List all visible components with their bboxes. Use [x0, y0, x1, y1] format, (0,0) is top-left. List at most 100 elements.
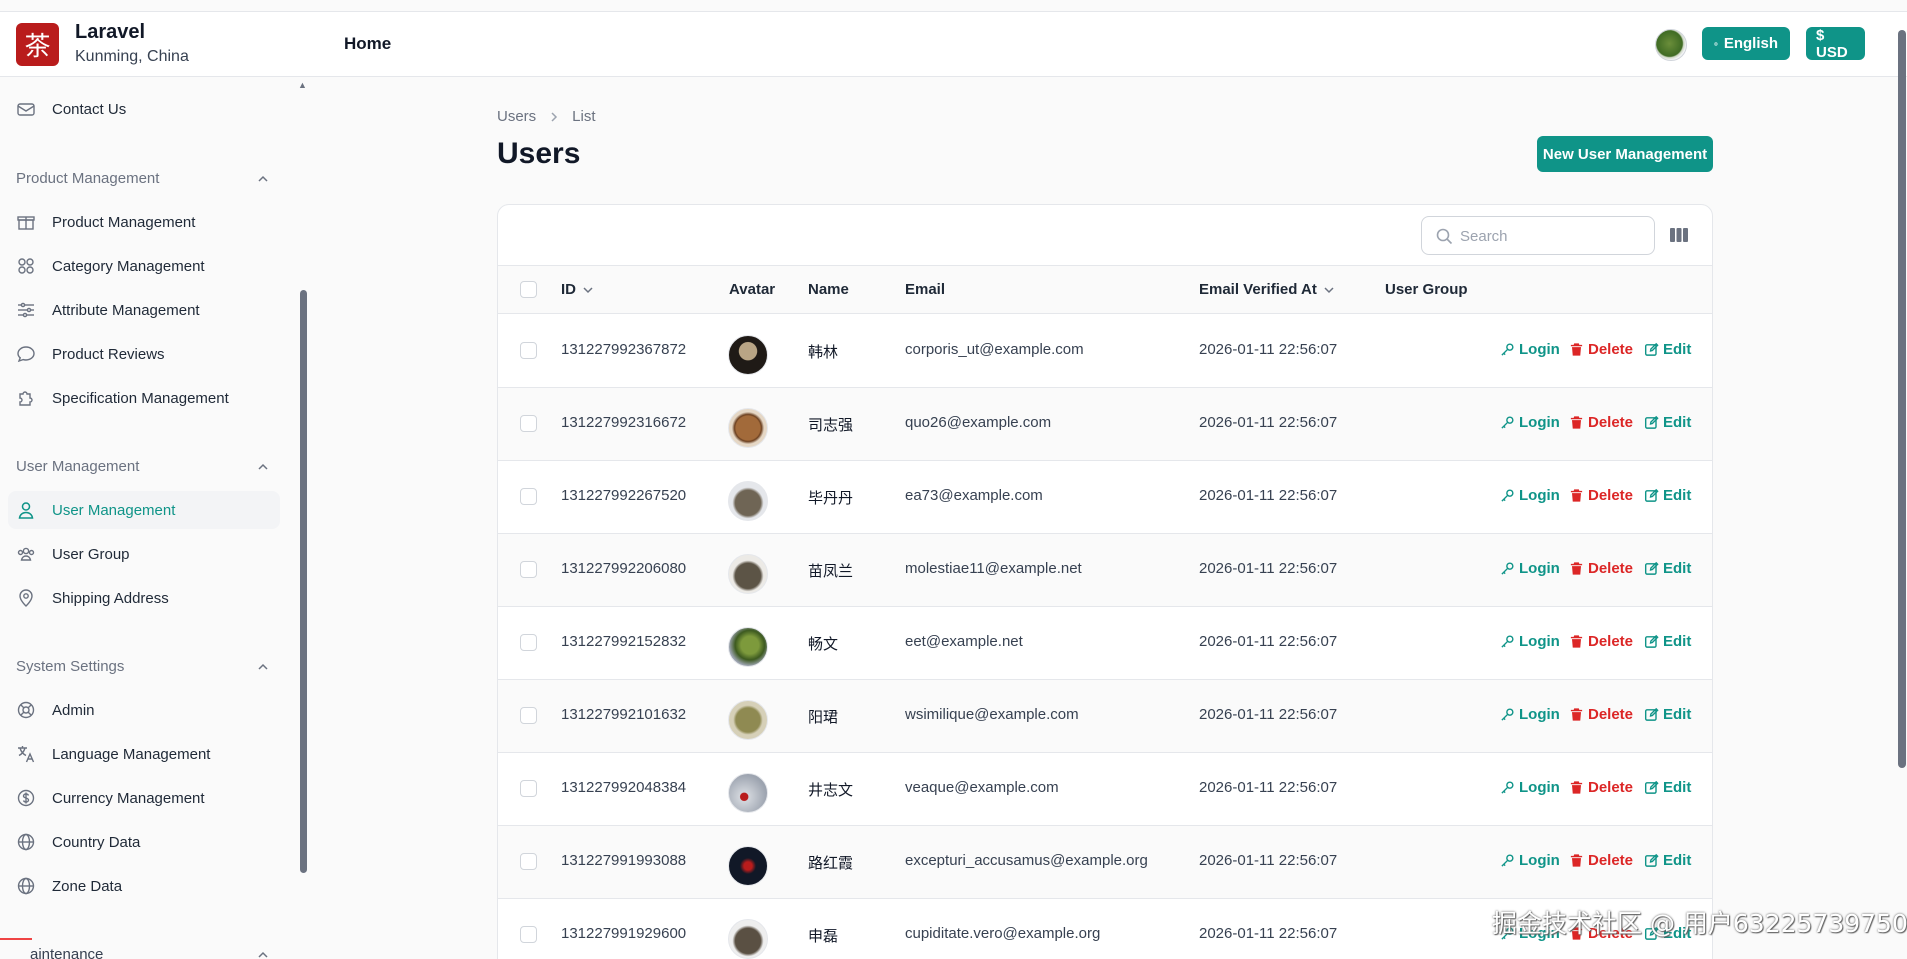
row-checkbox[interactable]	[520, 488, 537, 505]
cell-name: 司志强	[808, 417, 854, 434]
edit-label: Edit	[1663, 633, 1692, 650]
chevron-up-icon[interactable]	[256, 948, 270, 959]
sidebar-item-attribute-management[interactable]: Attribute Management	[8, 291, 280, 329]
group-product-management[interactable]: Product Management	[16, 170, 159, 187]
sidebar-item-product-management[interactable]: Product Management	[8, 203, 280, 241]
sidebar-scroll-up-icon[interactable]: ▲	[298, 80, 307, 90]
language-button[interactable]: English	[1702, 27, 1790, 60]
page-scrollbar[interactable]	[1898, 30, 1906, 768]
group-maintenance[interactable]: aintenance	[30, 946, 103, 959]
chevron-up-icon[interactable]	[256, 460, 270, 474]
sidebar-item-shipping-address[interactable]: Shipping Address	[8, 579, 280, 617]
edit-label: Edit	[1663, 852, 1692, 869]
login-action[interactable]: Login	[1500, 633, 1560, 650]
search-field[interactable]	[1421, 216, 1655, 255]
sidebar-item-label: Country Data	[52, 833, 141, 851]
row-checkbox[interactable]	[520, 634, 537, 651]
row-checkbox[interactable]	[520, 561, 537, 578]
home-link[interactable]: Home	[344, 34, 391, 54]
sidebar-item-label: Shipping Address	[52, 589, 169, 607]
delete-action[interactable]: Delete	[1569, 852, 1633, 869]
sidebar-item-label: User Group	[52, 545, 130, 563]
currency-button[interactable]: $ USD	[1806, 27, 1865, 61]
row-checkbox[interactable]	[520, 707, 537, 724]
select-all-checkbox[interactable]	[520, 281, 537, 298]
sidebar-item-currency-management[interactable]: Currency Management	[8, 779, 280, 817]
debug-badge-icon[interactable]	[0, 938, 32, 959]
chevron-up-icon[interactable]	[256, 660, 270, 674]
sidebar-scrollbar[interactable]	[300, 290, 307, 873]
login-action[interactable]: Login	[1500, 706, 1560, 723]
login-action[interactable]: Login	[1500, 341, 1560, 358]
sidebar-item-zone-data[interactable]: Zone Data	[8, 867, 280, 905]
dollar-circle-icon	[16, 788, 36, 808]
row-checkbox[interactable]	[520, 926, 537, 943]
delete-action[interactable]: Delete	[1569, 706, 1633, 723]
user-avatar-image	[728, 919, 768, 959]
delete-action[interactable]: Delete	[1569, 779, 1633, 796]
sidebar-item-admin[interactable]: Admin	[8, 691, 280, 729]
row-checkbox[interactable]	[520, 780, 537, 797]
login-action[interactable]: Login	[1500, 414, 1560, 431]
edit-action[interactable]: Edit	[1644, 852, 1691, 869]
sidebar-item-label: Admin	[52, 701, 95, 719]
row-checkbox[interactable]	[520, 415, 537, 432]
login-action[interactable]: Login	[1500, 779, 1560, 796]
group-user-management[interactable]: User Management	[16, 458, 139, 475]
table-header: ID Avatar Name Email Email Verified At U…	[498, 265, 1712, 314]
edit-action[interactable]: Edit	[1644, 560, 1691, 577]
sliders-icon	[16, 300, 36, 320]
row-checkbox[interactable]	[520, 853, 537, 870]
sidebar-item-category-management[interactable]: Category Management	[8, 247, 280, 285]
delete-action[interactable]: Delete	[1569, 414, 1633, 431]
th-id[interactable]: ID	[561, 281, 594, 298]
th-email-verified[interactable]: Email Verified At	[1199, 281, 1335, 298]
globe-icon	[16, 832, 36, 852]
chevron-up-icon[interactable]	[256, 172, 270, 186]
edit-icon	[1644, 488, 1659, 502]
edit-icon	[1644, 707, 1659, 721]
delete-action[interactable]: Delete	[1569, 341, 1633, 358]
sidebar-item-specification-management[interactable]: Specification Management	[8, 379, 280, 417]
login-label: Login	[1519, 341, 1560, 358]
columns-toggle-icon[interactable]	[1669, 226, 1689, 244]
users-table-card: ID Avatar Name Email Email Verified At U…	[497, 204, 1713, 959]
edit-action[interactable]: Edit	[1644, 487, 1691, 504]
sidebar-item-user-group[interactable]: User Group	[8, 535, 280, 573]
sidebar-item-product-reviews[interactable]: Product Reviews	[8, 335, 280, 373]
user-avatar-image	[728, 481, 768, 521]
user-avatar[interactable]	[1655, 29, 1687, 61]
th-email-verified-label: Email Verified At	[1199, 281, 1317, 298]
top-bar: 茶 Laravel Kunming, China Home English $ …	[0, 11, 1907, 77]
sidebar-item-user-management[interactable]: User Management	[8, 491, 280, 529]
brand-logo[interactable]: 茶	[16, 23, 59, 66]
breadcrumb-users[interactable]: Users	[497, 108, 536, 125]
edit-action[interactable]: Edit	[1644, 341, 1691, 358]
group-system-settings[interactable]: System Settings	[16, 658, 124, 675]
sidebar-item-country-data[interactable]: Country Data	[8, 823, 280, 861]
edit-action[interactable]: Edit	[1644, 633, 1691, 650]
key-icon	[1501, 416, 1514, 429]
delete-action[interactable]: Delete	[1569, 487, 1633, 504]
sidebar-item-label: Zone Data	[52, 877, 123, 895]
cell-name: 井志文	[808, 782, 854, 799]
cell-email: molestiae11@example.net	[905, 560, 1082, 577]
row-checkbox[interactable]	[520, 342, 537, 359]
login-action[interactable]: Login	[1500, 852, 1560, 869]
cell-id: 131227992101632	[561, 706, 687, 723]
new-user-button[interactable]: New User Management	[1537, 136, 1713, 172]
edit-action[interactable]: Edit	[1644, 706, 1691, 723]
login-action[interactable]: Login	[1500, 487, 1560, 504]
login-action[interactable]: Login	[1500, 560, 1560, 577]
search-input[interactable]	[1460, 225, 1640, 247]
edit-action[interactable]: Edit	[1644, 779, 1691, 796]
delete-label: Delete	[1588, 852, 1634, 869]
delete-action[interactable]: Delete	[1569, 633, 1633, 650]
sidebar-item-language-management[interactable]: Language Management	[8, 735, 280, 773]
cell-id: 131227992316672	[561, 414, 687, 431]
key-icon	[1501, 635, 1514, 648]
sidebar-item-contact-us[interactable]: Contact Us	[8, 90, 280, 128]
edit-action[interactable]: Edit	[1644, 414, 1691, 431]
sidebar-item-label: Currency Management	[52, 789, 205, 807]
delete-action[interactable]: Delete	[1569, 560, 1633, 577]
